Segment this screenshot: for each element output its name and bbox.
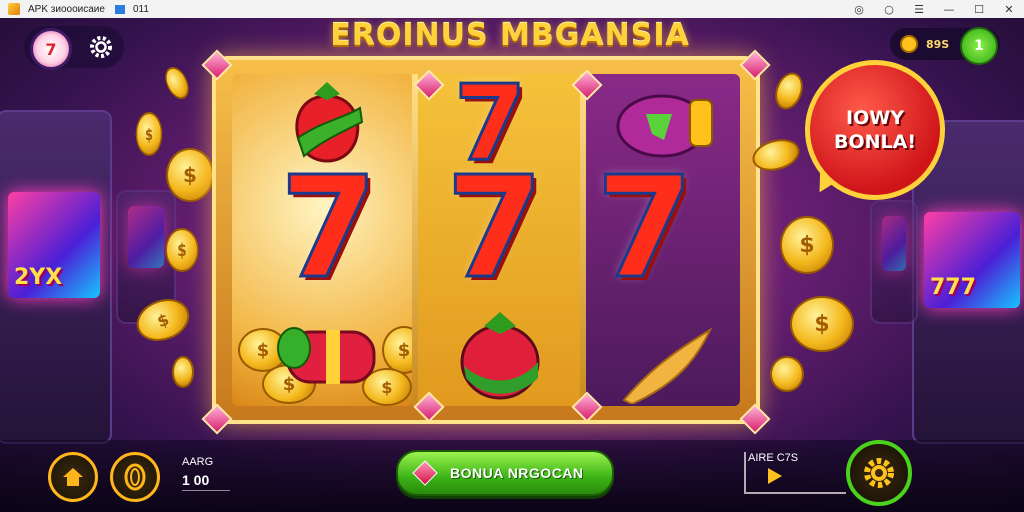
coin-glyph: $ bbox=[799, 232, 815, 258]
bet-label: AARG bbox=[182, 456, 214, 468]
coin-glyph: $ bbox=[397, 339, 411, 361]
avatar-button[interactable]: 7 bbox=[30, 28, 72, 70]
arcade-screen-right-text: 777 bbox=[930, 275, 976, 300]
reel-1: 7 $ $ $ $ bbox=[232, 74, 412, 406]
settings-button[interactable] bbox=[86, 32, 116, 62]
window-extra-text: 011 bbox=[132, 3, 149, 15]
play-icon[interactable] bbox=[768, 468, 782, 484]
menu-icon[interactable]: ☰ bbox=[904, 0, 934, 18]
floating-coin bbox=[770, 68, 808, 114]
window-title: APK зиоооисаие bbox=[28, 3, 105, 15]
seven-symbol: 7 bbox=[594, 147, 694, 310]
arcade-screen-left: 2YX bbox=[8, 192, 100, 298]
coin-glyph: $ bbox=[145, 124, 153, 144]
reels-frame: 7 $ $ $ $ 7 7 7 bbox=[212, 56, 760, 424]
coin-glyph: $ bbox=[154, 309, 172, 331]
game-title: EROINUS MBGANSIA bbox=[330, 18, 690, 53]
balance-value: 89S bbox=[926, 37, 950, 51]
floating-coin: $ bbox=[166, 148, 214, 202]
home-button[interactable] bbox=[48, 452, 98, 502]
window-titlebar: APK зиоооисаие 011 ◎ ○ ☰ — ☐ ✕ bbox=[0, 0, 1024, 18]
bet-underline bbox=[182, 490, 230, 491]
avatar-glyph: 7 bbox=[45, 39, 57, 59]
spin-settings-button[interactable] bbox=[846, 440, 912, 506]
minimize-button[interactable]: — bbox=[934, 0, 964, 18]
coin-glyph: $ bbox=[256, 339, 270, 361]
audio-icon[interactable]: ◎ bbox=[844, 0, 874, 18]
flag-icon bbox=[114, 4, 125, 14]
coin-icon bbox=[900, 35, 918, 53]
autoplay-label: AIRE C7S bbox=[748, 452, 799, 464]
gem-icon bbox=[412, 460, 438, 486]
lucky-bag-symbol bbox=[277, 327, 376, 384]
add-coins-button[interactable]: 1 bbox=[960, 27, 998, 65]
coin-button[interactable] bbox=[110, 452, 160, 502]
promo-bubble[interactable]: IOWY BONLA! bbox=[805, 60, 945, 200]
bonus-button[interactable]: BONUA NRGOCAN bbox=[396, 450, 614, 496]
berry-symbol bbox=[460, 312, 540, 400]
coin-icon bbox=[124, 463, 146, 491]
reel-3: 7 bbox=[586, 74, 740, 406]
close-button[interactable]: ✕ bbox=[994, 0, 1024, 18]
arcade-machine-right-back bbox=[870, 200, 918, 324]
gear-icon bbox=[90, 36, 112, 58]
floating-coin bbox=[172, 356, 194, 388]
promo-line-1: IOWY bbox=[846, 107, 904, 129]
app-icon bbox=[8, 3, 20, 15]
reel-2: 7 7 bbox=[418, 74, 580, 406]
ribbon-symbol bbox=[622, 327, 713, 404]
promo-line-2: BONLA! bbox=[833, 131, 916, 153]
promo-text: IOWY BONLA! bbox=[834, 106, 916, 154]
account-icon[interactable]: ○ bbox=[874, 0, 904, 18]
floating-coin: $ bbox=[165, 228, 199, 272]
floating-coin: $ bbox=[790, 296, 854, 352]
arcade-screen-right-back bbox=[882, 216, 906, 272]
seven-symbol: 7 bbox=[278, 147, 378, 310]
floating-coin bbox=[770, 356, 804, 392]
floating-coin: $ bbox=[780, 216, 834, 274]
floating-coin: $ bbox=[135, 112, 163, 156]
coin-glyph: $ bbox=[177, 239, 187, 261]
arcade-machine-left: 2YX bbox=[0, 110, 112, 444]
settings-gear-icon bbox=[864, 458, 894, 488]
arcade-screen-left-back bbox=[128, 206, 164, 269]
arcade-screen-right: 777 bbox=[924, 212, 1020, 308]
coin-glyph: $ bbox=[183, 163, 197, 187]
seven-symbol: 7 bbox=[444, 147, 544, 310]
maximize-button[interactable]: ☐ bbox=[964, 0, 994, 18]
coin-glyph: $ bbox=[814, 311, 830, 337]
arcade-screen-left-text: 2YX bbox=[14, 264, 63, 290]
floating-coin bbox=[160, 63, 194, 103]
add-coins-label: 1 bbox=[974, 38, 984, 54]
window-controls: ◎ ○ ☰ — ☐ ✕ bbox=[844, 0, 1024, 18]
home-icon bbox=[63, 468, 83, 486]
pile-coin: $ bbox=[382, 326, 412, 374]
bonus-button-label: BONUA NRGOCAN bbox=[450, 465, 584, 481]
bet-value[interactable]: 1 00 bbox=[182, 472, 209, 488]
